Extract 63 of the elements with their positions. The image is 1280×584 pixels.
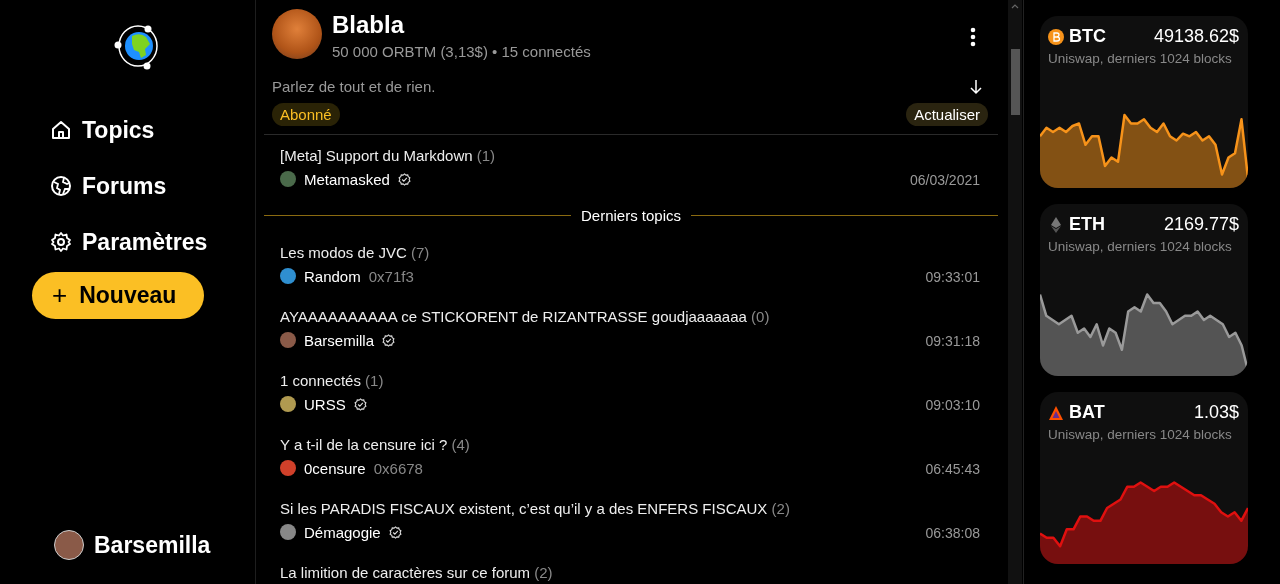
globe-icon bbox=[50, 175, 72, 197]
price-source: Uniswap, derniers 1024 blocks bbox=[1047, 50, 1233, 66]
topic-title[interactable]: Les modos de JVC (7) bbox=[280, 244, 980, 261]
coin-icon bbox=[1048, 28, 1064, 45]
nav-link[interactable]: Forums bbox=[32, 158, 226, 214]
coin-symbol: BTC bbox=[1069, 26, 1106, 47]
user-avatar[interactable] bbox=[54, 530, 84, 560]
topic-title[interactable]: Si les PARADIS FISCAUX existent, c’est qu’il y a des ENFERS FISCAUX (2) bbox=[280, 500, 980, 517]
topic-time: 09:33:01 bbox=[925, 268, 980, 285]
price-source: Uniswap, derniers 1024 blocks bbox=[1047, 238, 1233, 254]
forum-stats: 50 000 ORBTM (3,13$) • 15 connectés bbox=[332, 43, 591, 60]
diamond-icon bbox=[1048, 216, 1064, 233]
author-avatar bbox=[280, 524, 296, 540]
forum-description: Parlez de tout et de rien. bbox=[272, 78, 436, 95]
topic-time: 06/03/2021 bbox=[909, 171, 980, 188]
triangle-icon bbox=[1048, 404, 1064, 421]
author-name[interactable]: Barsemilla bbox=[304, 331, 375, 349]
author-name[interactable]: URSS bbox=[304, 395, 346, 413]
author-name[interactable]: Démagogie bbox=[304, 523, 381, 541]
author-address: 0x6678 bbox=[373, 459, 423, 477]
forum-name: Blabla bbox=[332, 11, 406, 39]
nav-link[interactable]: Topics bbox=[32, 102, 226, 158]
author-avatar bbox=[280, 396, 296, 412]
nav-link[interactable]: Paramètres bbox=[32, 214, 226, 270]
user-name[interactable]: Barsemilla bbox=[94, 531, 211, 559]
coin-symbol: BAT bbox=[1069, 402, 1105, 423]
author-name[interactable]: Random bbox=[304, 267, 361, 285]
topic-title[interactable]: AYAAAAAAAAAA ce STICKORENT de RIZANTRASSE goudjaaaaaaa (0) bbox=[280, 308, 980, 325]
coin-symbol: ETH bbox=[1069, 214, 1105, 235]
topic-title[interactable]: [Meta] Support du Markdown (1) bbox=[280, 147, 980, 164]
topic-title[interactable]: Y a t-il de la censure ici ? (4) bbox=[280, 436, 980, 453]
more-options-icon[interactable] bbox=[970, 27, 976, 47]
author-avatar bbox=[280, 332, 296, 348]
price-card[interactable]: BAT 1.03$ Uniswap, derniers 1024 blocks bbox=[1040, 392, 1248, 564]
scrollbar[interactable] bbox=[1008, 0, 1022, 584]
price-card[interactable]: ETH 2169.77$ Uniswap, derniers 1024 blocks bbox=[1040, 204, 1248, 376]
topic-time: 09:03:10 bbox=[925, 396, 980, 413]
forum-avatar bbox=[272, 9, 322, 59]
price-card[interactable]: BTC 49138.62$ Uniswap, derniers 1024 blocks bbox=[1040, 16, 1248, 188]
scrollbar-thumb[interactable] bbox=[1010, 49, 1020, 115]
price-source: Uniswap, derniers 1024 blocks bbox=[1047, 426, 1233, 442]
author-avatar bbox=[280, 460, 296, 476]
refresh-button[interactable]: Actualiser bbox=[906, 103, 988, 126]
author-name[interactable]: Metamasked bbox=[304, 170, 390, 188]
topic-time: 09:31:18 bbox=[925, 332, 980, 349]
author-address: 0x71f3 bbox=[368, 267, 414, 285]
coin-price: 49138.62$ bbox=[1153, 26, 1239, 47]
coin-price: 2169.77$ bbox=[1163, 214, 1239, 235]
new-button[interactable]: + Nouveau bbox=[32, 272, 205, 319]
section-title: Derniers topics bbox=[581, 207, 682, 224]
arrow-down-icon[interactable] bbox=[970, 78, 982, 95]
home-icon bbox=[50, 119, 72, 141]
author-avatar bbox=[280, 171, 296, 187]
topic-title[interactable]: La limition de caractères sur ce forum (2) bbox=[280, 564, 980, 581]
topic-time: 06:45:43 bbox=[925, 460, 980, 477]
settings-icon bbox=[50, 231, 72, 253]
topic-time: 06:38:08 bbox=[925, 524, 980, 541]
topic-title[interactable]: 1 connectés (1) bbox=[280, 372, 980, 389]
author-avatar bbox=[280, 268, 296, 284]
coin-price: 1.03$ bbox=[1193, 402, 1239, 423]
author-name[interactable]: 0censure bbox=[304, 459, 366, 477]
subscribed-button[interactable]: Abonné bbox=[272, 103, 340, 126]
scroll-up-icon[interactable] bbox=[1011, 4, 1019, 9]
